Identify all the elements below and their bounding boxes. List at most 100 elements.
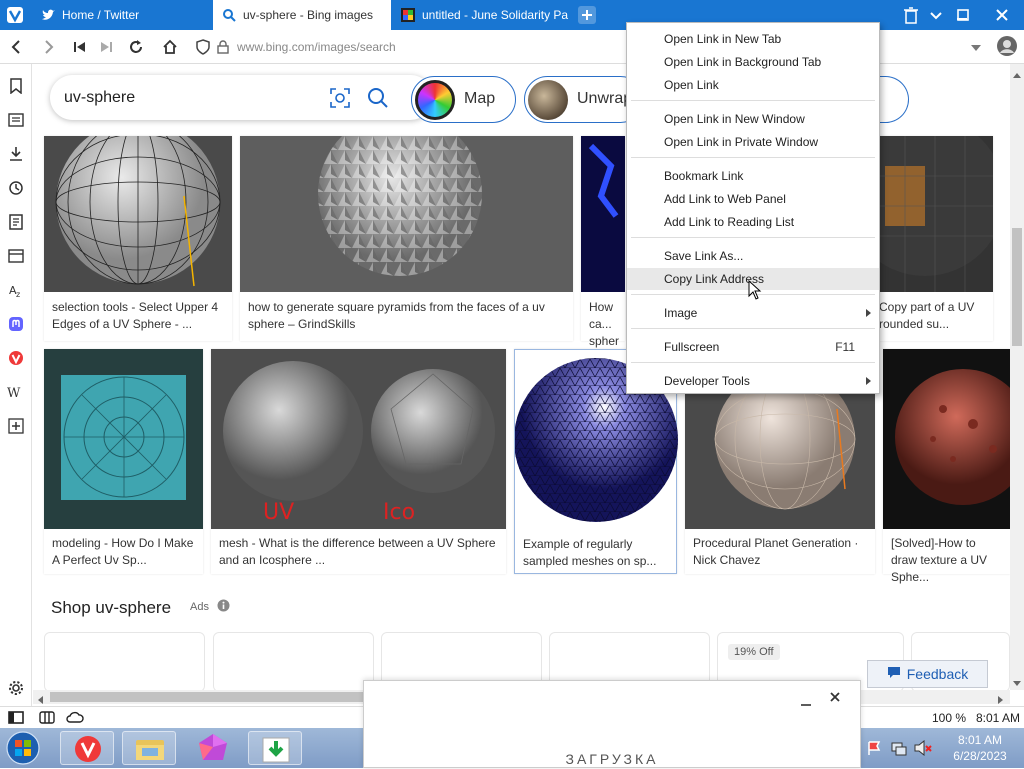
menu-add-link-reading-list[interactable]: Add Link to Reading List [627,211,879,233]
taskbar-gem-app-icon[interactable] [190,731,236,765]
scrollbar-thumb[interactable] [50,692,395,702]
shop-card[interactable] [213,632,374,690]
home-icon[interactable] [160,38,180,56]
translate-icon[interactable]: Az [7,281,25,299]
fast-forward-icon[interactable] [96,38,116,56]
wikipedia-icon[interactable]: W [7,383,25,401]
scroll-down-icon[interactable] [1013,676,1021,686]
tab-june-solidarity[interactable]: untitled - June Solidarity Pa [392,0,570,30]
result-image [44,349,203,529]
shop-card[interactable] [44,632,205,690]
vivaldi-icon[interactable] [7,349,25,367]
result-image [845,116,1005,292]
reading-list-icon[interactable] [7,111,25,129]
forward-icon[interactable] [39,38,59,56]
shield-icon[interactable] [193,38,213,56]
download-close-icon[interactable] [829,691,841,703]
search-box[interactable]: uv-sphere [50,75,433,120]
menu-label: Bookmark Link [664,169,744,183]
menu-fullscreen[interactable]: Fullscreen F11 [627,336,879,358]
notes-icon[interactable] [7,213,25,231]
close-icon[interactable] [993,6,1011,24]
reload-icon[interactable] [126,38,146,56]
maximize-icon[interactable] [954,6,972,24]
menu-bookmark-link[interactable]: Bookmark Link [627,165,879,187]
url-dropdown-icon[interactable] [970,42,982,52]
unwrap-thumbnail [528,80,568,120]
image-result-9[interactable]: [Solved]-How to draw texture a UV Sphe..… [883,349,1010,584]
menu-separator [631,157,875,158]
image-result-3[interactable]: How ca... sphere [581,136,625,348]
result-caption: How ca... sphere [589,300,619,348]
vertical-scrollbar[interactable] [1010,64,1024,690]
image-result-2[interactable]: how to generate square pyramids from the… [240,112,573,341]
taskbar-explorer[interactable] [122,731,176,765]
scrollbar-thumb[interactable] [1012,228,1022,346]
menu-open-link-private-window[interactable]: Open Link in Private Window [627,131,879,153]
image-result-4[interactable]: Copy part of a UV rounded su... [845,116,1005,341]
image-result-5[interactable]: modeling - How Do I Make A Perfect Uv Sp… [44,349,203,574]
menu-open-link-new-tab[interactable]: Open Link in New Tab [627,28,879,50]
tray-flag-icon[interactable] [867,740,883,756]
add-panel-icon[interactable] [7,417,25,435]
map-thumbnail [415,80,455,120]
search-icon [222,8,236,22]
url-field[interactable]: www.bing.com/images/search [237,40,396,54]
taskbar-vivaldi[interactable] [60,731,114,765]
search-input[interactable]: uv-sphere [64,89,135,107]
image-result-1[interactable]: selection tools - Select Upper 4 Edges o… [44,119,232,341]
tab-twitter[interactable]: Home / Twitter [32,0,212,30]
system-clock[interactable]: 8:01 AM 6/28/2023 [940,732,1020,764]
mastodon-icon[interactable] [7,315,25,333]
menu-open-link[interactable]: Open Link [627,74,879,96]
menu-open-link-new-window[interactable]: Open Link in New Window [627,108,879,130]
menu-image[interactable]: Image [627,302,879,324]
window-panel-icon[interactable] [7,247,25,265]
tray-network-icon[interactable] [891,740,907,756]
related-pill-map[interactable]: Map [411,76,516,123]
menu-save-link-as[interactable]: Save Link As... [627,245,879,267]
panel-toggle-icon[interactable] [8,711,24,724]
menu-separator [631,328,875,329]
tab-list-chevron-icon[interactable] [929,8,943,22]
info-icon[interactable] [217,599,230,612]
result-caption: how to generate square pyramids from the… [248,300,545,331]
history-icon[interactable] [7,179,25,197]
download-minimize-icon[interactable] [800,695,812,707]
downloads-icon[interactable] [7,145,25,163]
windows-start-icon[interactable] [4,730,42,766]
menu-label: Open Link in New Window [664,112,805,126]
menu-add-link-web-panel[interactable]: Add Link to Web Panel [627,188,879,210]
visual-search-icon[interactable] [330,88,350,108]
trash-icon[interactable] [903,6,919,24]
result-image [581,136,625,292]
tray-volume-muted-icon[interactable] [914,739,932,757]
zoom-level[interactable]: 100 % [932,711,966,725]
menu-developer-tools[interactable]: Developer Tools [627,370,879,392]
menu-label: Image [664,306,698,320]
vivaldi-menu-icon[interactable] [6,6,24,24]
tile-tabs-icon[interactable] [39,711,55,724]
cloud-sync-icon[interactable] [66,711,84,724]
back-icon[interactable] [6,38,26,56]
profile-avatar-icon[interactable] [996,35,1018,57]
result-caption: Copy part of a UV rounded su... [879,300,975,331]
svg-text:z: z [16,290,20,298]
tab-label: Home / Twitter [62,8,140,22]
search-icon[interactable] [367,87,389,109]
result-image [883,349,1010,529]
new-tab-icon[interactable] [578,6,596,24]
feedback-button[interactable]: Feedback [867,660,988,688]
result-caption: [Solved]-How to draw texture a UV Sphe..… [891,536,988,584]
settings-gear-icon[interactable] [7,679,25,697]
taskbar-download-app[interactable] [248,731,302,765]
scroll-right-icon[interactable] [996,693,1004,704]
menu-open-link-background-tab[interactable]: Open Link in Background Tab [627,51,879,73]
scroll-left-icon[interactable] [37,693,45,704]
menu-label: Save Link As... [664,249,744,263]
rewind-icon[interactable] [70,38,90,56]
tab-bing-images[interactable]: uv-sphere - Bing images [213,0,391,30]
image-result-6[interactable]: UV Ico mesh - What is the difference betw… [211,349,506,574]
scroll-up-icon[interactable] [1013,69,1021,78]
bookmarks-icon[interactable] [7,77,25,95]
